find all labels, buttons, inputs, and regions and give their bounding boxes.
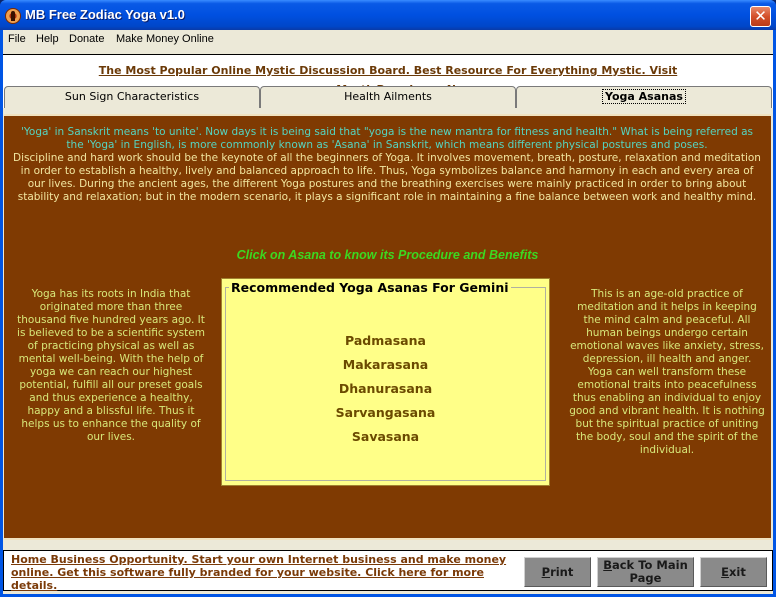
app-yoga-icon	[5, 8, 21, 24]
back-accel: B	[603, 558, 612, 572]
asana-sarvangasana[interactable]: Sarvangasana	[222, 401, 549, 425]
menu-bar: File Help Donate Make Money Online	[3, 30, 773, 50]
asana-list: Padmasana Makarasana Dhanurasana Sarvang…	[222, 329, 549, 449]
menu-file[interactable]: File	[8, 33, 26, 45]
recommended-asanas-box: Recommended Yoga Asanas For Gemini Padma…	[221, 278, 550, 486]
window-title: MB Free Zodiac Yoga v1.0	[25, 7, 185, 22]
intro-text: 'Yoga' in Sanskrit means 'to unite'. Now…	[12, 126, 762, 204]
tab-yoga-asanas[interactable]: Yoga Asanas	[516, 86, 772, 108]
print-button[interactable]: Print	[524, 557, 591, 587]
print-accel: P	[541, 564, 551, 579]
home-business-link[interactable]: Home Business Opportunity. Start your ow…	[11, 553, 511, 592]
back-label-line2: Page	[629, 571, 662, 585]
asana-box-title: Recommended Yoga Asanas For Gemini	[229, 280, 511, 295]
intro-paragraph-1: 'Yoga' in Sanskrit means 'to unite'. Now…	[20, 126, 754, 151]
exit-button[interactable]: Exit	[700, 557, 767, 587]
back-to-main-page-button[interactable]: Back To Main Page	[597, 557, 694, 587]
intro-paragraph-2: Discipline and hard work should be the k…	[13, 152, 761, 203]
close-button[interactable]: ✕	[750, 6, 771, 27]
left-info-text: Yoga has its roots in India that origina…	[17, 288, 205, 443]
banner: The Most Popular Online Mystic Discussio…	[3, 54, 773, 96]
print-label: rint	[550, 564, 574, 579]
tab-label: Yoga Asanas	[602, 89, 686, 104]
menu-help[interactable]: Help	[36, 33, 59, 45]
asana-dhanurasana[interactable]: Dhanurasana	[222, 377, 549, 401]
footer-bar: Home Business Opportunity. Start your ow…	[3, 550, 773, 592]
asana-makarasana[interactable]: Makarasana	[222, 353, 549, 377]
back-label: ack To Main	[611, 558, 688, 572]
menu-donate[interactable]: Donate	[69, 33, 104, 45]
menu-make-money-online[interactable]: Make Money Online	[116, 33, 214, 45]
banner-line1: The Most Popular Online Mystic Discussio…	[98, 64, 678, 77]
app-window: MB Free Zodiac Yoga v1.0 ✕ File Help Don…	[0, 0, 776, 597]
right-info-text: This is an age-old practice of meditatio…	[569, 288, 765, 456]
yoga-asanas-panel: 'Yoga' in Sanskrit means 'to unite'. Now…	[4, 114, 771, 540]
tab-bar: Sun Sign Characteristics Health Ailments…	[3, 86, 773, 108]
title-bar[interactable]: MB Free Zodiac Yoga v1.0 ✕	[0, 0, 776, 30]
tab-label: Sun Sign Characteristics	[64, 90, 200, 103]
tab-sun-sign-characteristics[interactable]: Sun Sign Characteristics	[4, 86, 260, 108]
close-icon: ✕	[754, 7, 767, 25]
tab-label: Health Ailments	[344, 90, 432, 103]
tab-health-ailments[interactable]: Health Ailments	[260, 86, 516, 108]
exit-accel: E	[721, 564, 729, 579]
click-hint: Click on Asana to know its Procedure and…	[236, 248, 539, 262]
client-area: File Help Donate Make Money Online The M…	[3, 30, 773, 594]
asana-savasana[interactable]: Savasana	[222, 425, 549, 449]
exit-label: xit	[729, 564, 746, 579]
asana-padmasana[interactable]: Padmasana	[222, 329, 549, 353]
